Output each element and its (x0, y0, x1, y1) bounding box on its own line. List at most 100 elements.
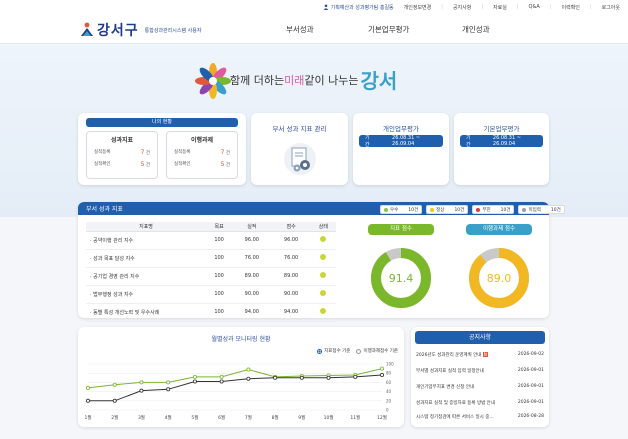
kpi-confirmed-row[interactable]: 실적확인 5 건 (87, 161, 157, 168)
status-indicator (320, 254, 327, 260)
series-line (88, 374, 383, 402)
divider: | (441, 4, 443, 10)
personal-evaluation-card[interactable]: 개인업무평가 기간 26.08.31 ~ 26.09.04 (353, 113, 449, 185)
x-tick-label: 11월 (350, 414, 360, 421)
kpi-score-label: 지표 점수 (368, 224, 434, 235)
basic-eval-period: 기간 26.08.31 ~ 26.09.04 (460, 135, 543, 148)
legend-excellent: 우수 10건 (380, 205, 423, 214)
status-indicator (320, 272, 327, 278)
kpi-summary-box: 성과지표 실적등록 7 건 실적확인 5 건 (86, 131, 158, 179)
notice-card: 공지사항 (411, 327, 549, 427)
document-gear-icon (284, 143, 316, 175)
column-header: 상태 (310, 222, 336, 232)
kpi-summary-title: 성과지표 (110, 137, 134, 144)
logo-text: 강서구 (97, 23, 139, 39)
link-profile[interactable]: 개인정보변경 (404, 4, 432, 11)
data-point (353, 374, 358, 379)
link-archive[interactable]: 자료실 (493, 4, 507, 11)
link-history[interactable]: 이력확인 (562, 4, 580, 11)
legend-missing: 미입력 10건 (518, 205, 565, 214)
kpi-table: 지표명 목표 실적 점수 상태 · 공약이행 관리 지수 100 96.00 9… (86, 222, 336, 322)
data-point (86, 385, 91, 390)
task-summary-box: 이행과제 실적등록 7 건 실적확인 5 건 (166, 131, 238, 179)
divider: | (481, 4, 484, 10)
status-indicator (320, 308, 327, 314)
new-badge: N (482, 352, 488, 357)
notice-item[interactable]: 2026년도 성과관리 운영계획 안내 N 2026-09-02 (416, 352, 544, 358)
x-tick-label: 3월 (138, 414, 145, 421)
table-row[interactable]: · 동별 특성 개선노력 및 우수사례 100 94.00 94.00 (86, 303, 336, 322)
notice-item[interactable]: 성과지표 실적 및 증빙자료 등록 방법 안내 2026-09-01 (416, 400, 544, 406)
main-header: 강서구 통합성과관리시스템 사용자 부서성과 기본업무평가 개인성과 (0, 14, 628, 44)
radio-task-basis[interactable]: 이행과제점수 기준 (356, 348, 398, 354)
data-point (166, 380, 171, 385)
legend-dot (430, 207, 435, 212)
x-tick-label: 1월 (84, 414, 91, 421)
data-point (112, 382, 117, 387)
data-point (379, 366, 384, 371)
logo-subtitle: 통합성과관리시스템 사용자 (144, 27, 202, 34)
link-notice[interactable]: 공지사항 (453, 4, 471, 11)
legend-normal: 정상 10건 (426, 205, 469, 214)
data-point (139, 388, 144, 393)
status-indicator (320, 290, 327, 296)
task-score-donut: 89.0 (469, 248, 529, 308)
divider: | (549, 4, 552, 10)
data-point (326, 375, 331, 380)
table-row[interactable]: · 공약이행 관리 지수 100 96.00 96.00 (86, 231, 336, 250)
radio-kpi-basis[interactable]: 지표점수 기준 (317, 348, 350, 354)
monthly-line-chart: 100 80 60 40 20 0 1월 2월 3월 4월 5월 6월 7월 8월 9월 10월 11월 12월 (84, 362, 394, 422)
x-tick-label: 12월 (377, 414, 387, 421)
nav-personal-performance[interactable]: 개인성과 (462, 24, 490, 35)
legend-dot (476, 207, 481, 212)
user-info: 기획예산과 성과평가팀 홍길동 (323, 4, 394, 11)
kpi-registered-row[interactable]: 실적등록 7 건 (87, 149, 157, 156)
nav-basic-evaluation[interactable]: 기본업무평가 (368, 24, 409, 35)
column-header: 목표 (206, 222, 233, 232)
table-row[interactable]: · 법무행정 성과 지수 100 90.00 90.00 (86, 285, 336, 304)
kpi-score-donut: 91.4 (371, 248, 431, 308)
x-tick-label: 6월 (218, 414, 225, 421)
monthly-basis-radios: 지표점수 기준 이행과제점수 기준 (317, 348, 398, 354)
link-logout[interactable]: 로그아웃 (602, 4, 620, 11)
data-point (273, 375, 278, 380)
dept-kpi-management-card[interactable]: 부서 성과 지표 관리 (251, 113, 348, 185)
task-confirmed-row[interactable]: 실적확인 5 건 (167, 161, 237, 168)
table-row[interactable]: · 성과 목표 달성 지수 100 76.00 76.00 (86, 249, 336, 268)
notice-item[interactable]: 부서별 성과지표 실적 입력 일정안내 2026-09-01 (416, 368, 544, 374)
series-line (87, 368, 383, 389)
x-tick-label: 9월 (298, 414, 305, 421)
y-tick-label: 20 (386, 398, 392, 403)
column-header: 실적 (232, 222, 272, 232)
nav-dept-performance[interactable]: 부서성과 (286, 24, 314, 35)
flower-logo-icon (195, 63, 231, 99)
task-score-label: 이행과제 점수 (466, 224, 532, 235)
divider: | (589, 4, 592, 10)
basic-eval-title: 기본업무평가 (483, 125, 520, 133)
legend-poor: 부진 10건 (472, 205, 515, 214)
y-tick-label: 40 (386, 389, 392, 394)
notice-item[interactable]: 개인기업무지표 변경 신청 안내 2026-09-01 (416, 384, 544, 390)
x-tick-label: 10월 (324, 414, 334, 421)
x-tick-label: 7월 (245, 414, 252, 421)
logo[interactable]: 강서구 통합성과관리시스템 사용자 (80, 20, 201, 40)
table-row[interactable]: · 공기업 경영 관리 지수 100 89.00 89.00 (86, 267, 336, 286)
task-registered-row[interactable]: 실적등록 7 건 (167, 149, 237, 156)
y-tick-label: 100 (386, 362, 394, 367)
basic-evaluation-card[interactable]: 기본업무평가 기간 26.08.31 ~ 26.09.04 (454, 113, 549, 185)
x-tick-label: 4월 (165, 414, 172, 421)
x-tick-label: 5월 (191, 414, 198, 421)
data-point (192, 374, 197, 379)
column-header: 지표명 (86, 222, 206, 232)
y-tick-label: 0 (386, 408, 389, 413)
legend-dot (384, 207, 388, 212)
dept-kpi-card-title: 부서 성과 지표 관리 (272, 125, 327, 133)
link-qna[interactable]: Q&A (529, 4, 540, 10)
kpi-status-legend: 우수 10건 정상 10건 부진 10건 미입력 10건 (380, 205, 565, 214)
y-tick-label: 60 (386, 380, 392, 385)
y-tick-label: 80 (386, 371, 392, 376)
kpi-score-value: 91.4 (389, 272, 414, 285)
data-point (139, 380, 144, 385)
notice-item[interactable]: 시스템 정기점검에 따른 서비스 일시 중... 2026-08-28 (416, 414, 544, 420)
data-point (219, 374, 224, 379)
